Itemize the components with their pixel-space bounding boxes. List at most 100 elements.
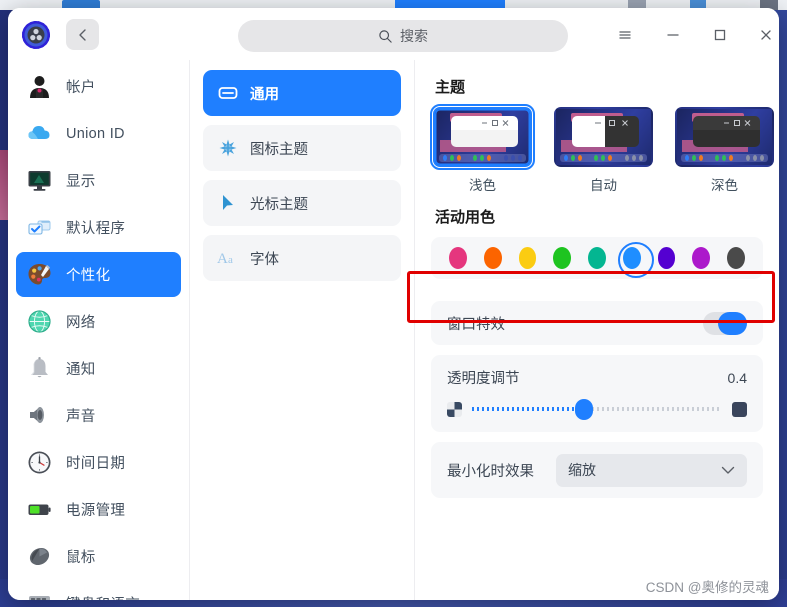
close-icon[interactable] <box>750 20 779 50</box>
theme-thumbnail-dark <box>675 107 774 167</box>
window-effect-row: 窗口特效 <box>447 301 747 345</box>
category-item-label: 图标主题 <box>250 141 308 158</box>
accent-swatch-teal[interactable] <box>588 247 606 269</box>
transparency-value: 0.4 <box>727 369 747 386</box>
accent-swatch-gray[interactable] <box>727 247 746 269</box>
theme-option-light[interactable]: 浅色 <box>430 104 535 194</box>
accent-swatch-blue[interactable] <box>617 242 654 278</box>
thumb-window <box>693 116 760 148</box>
theme-options: 浅色 自动 深色 <box>430 104 774 194</box>
settings-category-list: 通用 图标主题 光标主题 A a 字体 <box>190 60 415 600</box>
category-item-label: 字体 <box>250 251 279 268</box>
transparency-slider[interactable] <box>472 399 722 420</box>
theme-option-dark[interactable]: 深色 <box>675 107 774 194</box>
accent-swatch-orange[interactable] <box>483 247 502 269</box>
sidebar-item-display[interactable]: 显示 <box>16 158 181 203</box>
toggle-knob <box>718 311 747 335</box>
thumb-window <box>451 116 518 148</box>
sidebar: 帐户 Union ID 显示 默认程序 个性化 网络 通知 声音 时间日期 电源… <box>8 60 190 600</box>
accent-section-title: 活动用色 <box>435 209 496 226</box>
sidebar-item-label: 鼠标 <box>66 550 96 566</box>
window-effect-label: 窗口特效 <box>447 316 505 333</box>
window-body: 帐户 Union ID 显示 默认程序 个性化 网络 通知 声音 时间日期 电源… <box>8 60 779 600</box>
sidebar-item-personalization[interactable]: 个性化 <box>16 252 181 297</box>
theme-option-auto[interactable]: 自动 <box>554 107 653 194</box>
sidebar-item-power[interactable]: 电源管理 <box>16 487 181 532</box>
theme-option-label: 深色 <box>711 178 738 193</box>
window-titlebar: 搜索 <box>8 8 779 60</box>
accent-swatch-purple[interactable] <box>692 247 711 269</box>
settings-detail-panel: 主题 浅色 自动 深色 活动用色 窗口特效 透明度调节 0.4 最小化时效果 缩… <box>415 60 779 600</box>
maximize-icon[interactable] <box>704 20 736 50</box>
thumb-dock <box>438 154 527 163</box>
accent-swatch-violet[interactable] <box>657 247 676 269</box>
clock-icon <box>26 449 53 476</box>
thumb-window-minimize <box>595 122 602 124</box>
sidebar-item-account[interactable]: 帐户 <box>16 64 181 109</box>
theme-thumbnail-light <box>430 104 535 170</box>
back-button[interactable] <box>66 19 99 50</box>
sidebar-item-label: Union ID <box>66 125 125 142</box>
category-item-label: 光标主题 <box>250 196 308 213</box>
search-input[interactable]: 搜索 <box>238 20 568 52</box>
thumb-dock <box>559 154 648 163</box>
icon-theme-icon <box>217 137 239 159</box>
account-icon <box>26 73 53 100</box>
category-item-cursor-theme[interactable]: 光标主题 <box>203 180 401 226</box>
sidebar-item-label: 默认程序 <box>66 221 126 237</box>
accent-swatch-yellow[interactable] <box>518 247 537 269</box>
transparency-card: 透明度调节 0.4 <box>431 355 763 432</box>
category-item-general[interactable]: 通用 <box>203 70 401 116</box>
category-item-icon-theme[interactable]: 图标主题 <box>203 125 401 171</box>
sound-icon <box>26 402 53 429</box>
category-item-label: 通用 <box>250 86 279 103</box>
minimize-effect-select[interactable]: 缩放 <box>556 453 747 487</box>
cursor-theme-icon <box>217 192 239 214</box>
search-placeholder: 搜索 <box>400 28 428 44</box>
sidebar-item-default-apps[interactable]: 默认程序 <box>16 205 181 250</box>
control-center-window: 搜索 帐户 Union ID 显示 默认程序 个性化 网络 通知 声音 时间日期… <box>8 8 779 600</box>
thumb-window-maximize <box>609 120 616 127</box>
hamburger-menu-icon[interactable] <box>609 20 641 50</box>
theme-thumbnail-auto <box>554 107 653 167</box>
window-effect-card: 窗口特效 <box>431 301 763 345</box>
default-apps-icon <box>26 214 53 241</box>
sidebar-item-sound[interactable]: 声音 <box>16 393 181 438</box>
svg-text:A: A <box>217 251 228 267</box>
minimize-effect-row: 最小化时效果 缩放 <box>447 442 747 498</box>
slider-thumb[interactable] <box>574 399 593 420</box>
svg-text:a: a <box>228 254 233 266</box>
display-icon <box>26 167 53 194</box>
minimize-icon[interactable] <box>657 20 689 50</box>
minimize-effect-label: 最小化时效果 <box>447 463 534 480</box>
thumb-window-close <box>622 120 629 127</box>
transparency-header: 透明度调节 0.4 <box>447 367 747 388</box>
sidebar-item-datetime[interactable]: 时间日期 <box>16 440 181 485</box>
accent-swatch-green[interactable] <box>553 247 572 269</box>
personalization-icon <box>26 261 53 288</box>
theme-section-title: 主题 <box>435 79 466 96</box>
accent-swatch-pink[interactable] <box>449 247 467 269</box>
sidebar-item-keyboard[interactable]: 键盘和语言 <box>16 581 181 600</box>
sidebar-item-notification[interactable]: 通知 <box>16 346 181 391</box>
window-effect-toggle[interactable] <box>703 311 747 335</box>
sidebar-item-label: 声音 <box>66 409 96 425</box>
minimize-effect-value: 缩放 <box>568 462 596 478</box>
battery-icon <box>26 496 53 523</box>
sidebar-item-network[interactable]: 网络 <box>16 299 181 344</box>
search-icon <box>379 29 392 43</box>
theme-option-label: 浅色 <box>469 178 496 193</box>
category-item-font[interactable]: A a 字体 <box>203 235 401 281</box>
thumb-window-controls <box>723 120 750 127</box>
sidebar-item-union-id[interactable]: Union ID <box>16 111 181 156</box>
thumb-window-controls <box>481 120 508 127</box>
transparency-slider-row <box>447 399 747 420</box>
mouse-icon <box>26 543 53 570</box>
network-icon <box>26 308 53 335</box>
sidebar-item-label: 时间日期 <box>66 456 126 472</box>
sidebar-item-label: 帐户 <box>66 80 96 96</box>
cloud-icon <box>26 120 53 147</box>
sidebar-item-mouse[interactable]: 鼠标 <box>16 534 181 579</box>
slider-fill <box>472 407 582 411</box>
keyboard-icon <box>26 590 53 600</box>
